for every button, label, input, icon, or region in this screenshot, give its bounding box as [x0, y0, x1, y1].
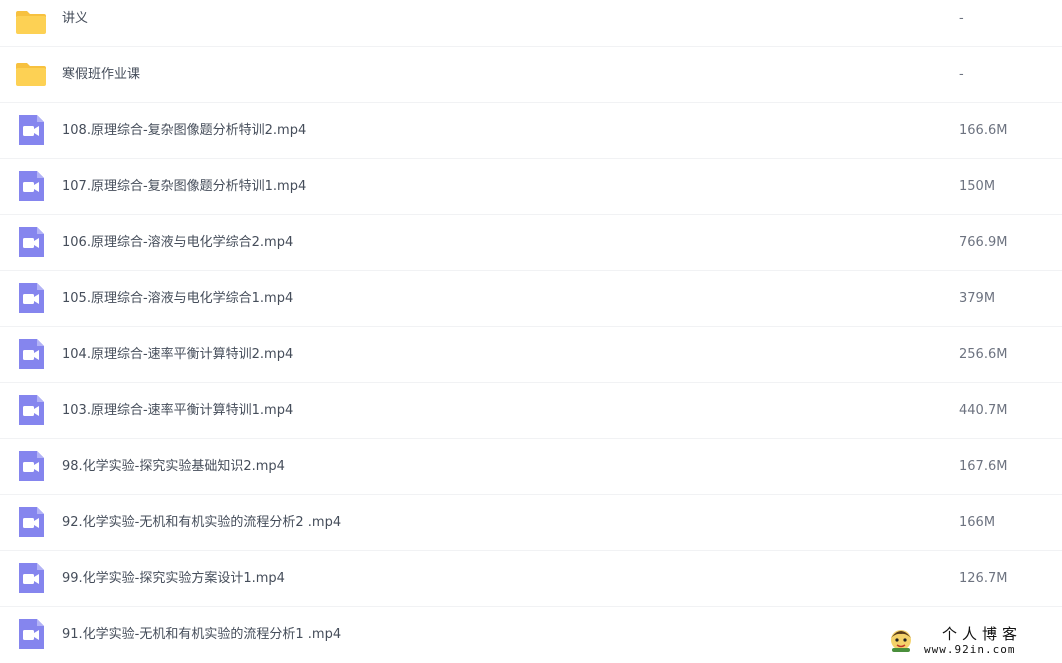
- video-file-icon: [14, 281, 48, 315]
- file-list: 讲义 - 寒假班作业课 -108.原理综合-复杂图像题分析特训2.mp4 166.6M 1…: [0, 0, 1062, 663]
- file-size: 440.7M: [959, 403, 1008, 418]
- file-name[interactable]: 105.原理综合-溶液与电化学综合1.mp4: [62, 289, 293, 309]
- folder-icon: [14, 5, 48, 39]
- cartoon-avatar-icon: [891, 630, 911, 652]
- file-row[interactable]: 108.原理综合-复杂图像题分析特训2.mp4 166.6M: [0, 103, 1062, 159]
- video-file-icon: [14, 393, 48, 427]
- file-size: -: [959, 11, 964, 26]
- file-name[interactable]: 寒假班作业课: [62, 65, 140, 85]
- file-name[interactable]: 99.化学实验-探究实验方案设计1.mp4: [62, 569, 285, 589]
- video-file-icon: [14, 337, 48, 371]
- file-size: -: [959, 67, 964, 82]
- file-name[interactable]: 92.化学实验-无机和有机实验的流程分析2 .mp4: [62, 513, 341, 533]
- watermark-title: 个人博客: [942, 625, 1023, 643]
- folder-icon: [14, 57, 48, 91]
- file-size: 766.9M: [959, 235, 1008, 250]
- file-size: 126.7M: [959, 571, 1008, 586]
- file-name[interactable]: 106.原理综合-溶液与电化学综合2.mp4: [62, 233, 293, 253]
- file-name[interactable]: 104.原理综合-速率平衡计算特训2.mp4: [62, 345, 293, 365]
- folder-row[interactable]: 寒假班作业课 -: [0, 47, 1062, 103]
- file-name[interactable]: 91.化学实验-无机和有机实验的流程分析1 .mp4: [62, 625, 341, 645]
- file-size: 379M: [959, 291, 996, 306]
- file-name[interactable]: 讲义: [62, 9, 88, 29]
- file-name[interactable]: 108.原理综合-复杂图像题分析特训2.mp4: [62, 121, 306, 141]
- file-row[interactable]: 99.化学实验-探究实验方案设计1.mp4 126.7M: [0, 551, 1062, 607]
- video-file-icon: [14, 449, 48, 483]
- video-file-icon: [14, 225, 48, 259]
- file-row[interactable]: 98.化学实验-探究实验基础知识2.mp4 167.6M: [0, 439, 1062, 495]
- folder-row[interactable]: 讲义 -: [0, 0, 1062, 47]
- file-row[interactable]: 92.化学实验-无机和有机实验的流程分析2 .mp4 166M: [0, 495, 1062, 551]
- file-size: 256.6M: [959, 347, 1008, 362]
- file-name[interactable]: 98.化学实验-探究实验基础知识2.mp4: [62, 457, 285, 477]
- file-row[interactable]: 104.原理综合-速率平衡计算特训2.mp4 256.6M: [0, 327, 1062, 383]
- video-file-icon: [14, 561, 48, 595]
- file-row[interactable]: 107.原理综合-复杂图像题分析特训1.mp4 150M: [0, 159, 1062, 215]
- video-file-icon: [14, 113, 48, 147]
- video-file-icon: [14, 505, 48, 539]
- file-name[interactable]: 107.原理综合-复杂图像题分析特训1.mp4: [62, 177, 306, 197]
- file-name[interactable]: 103.原理综合-速率平衡计算特训1.mp4: [62, 401, 293, 421]
- file-size: 167.6M: [959, 459, 1008, 474]
- file-row[interactable]: 106.原理综合-溶液与电化学综合2.mp4 766.9M: [0, 215, 1062, 271]
- file-size: 166M: [959, 515, 996, 530]
- file-size: 150M: [959, 179, 996, 194]
- file-size: 166.6M: [959, 123, 1008, 138]
- watermark-url: www.92in.com: [924, 643, 1016, 656]
- video-file-icon: [14, 617, 48, 651]
- video-file-icon: [14, 169, 48, 203]
- file-row[interactable]: 103.原理综合-速率平衡计算特训1.mp4 440.7M: [0, 383, 1062, 439]
- file-row[interactable]: 105.原理综合-溶液与电化学综合1.mp4 379M: [0, 271, 1062, 327]
- watermark: 个人博客 www.92in.com: [886, 621, 1062, 662]
